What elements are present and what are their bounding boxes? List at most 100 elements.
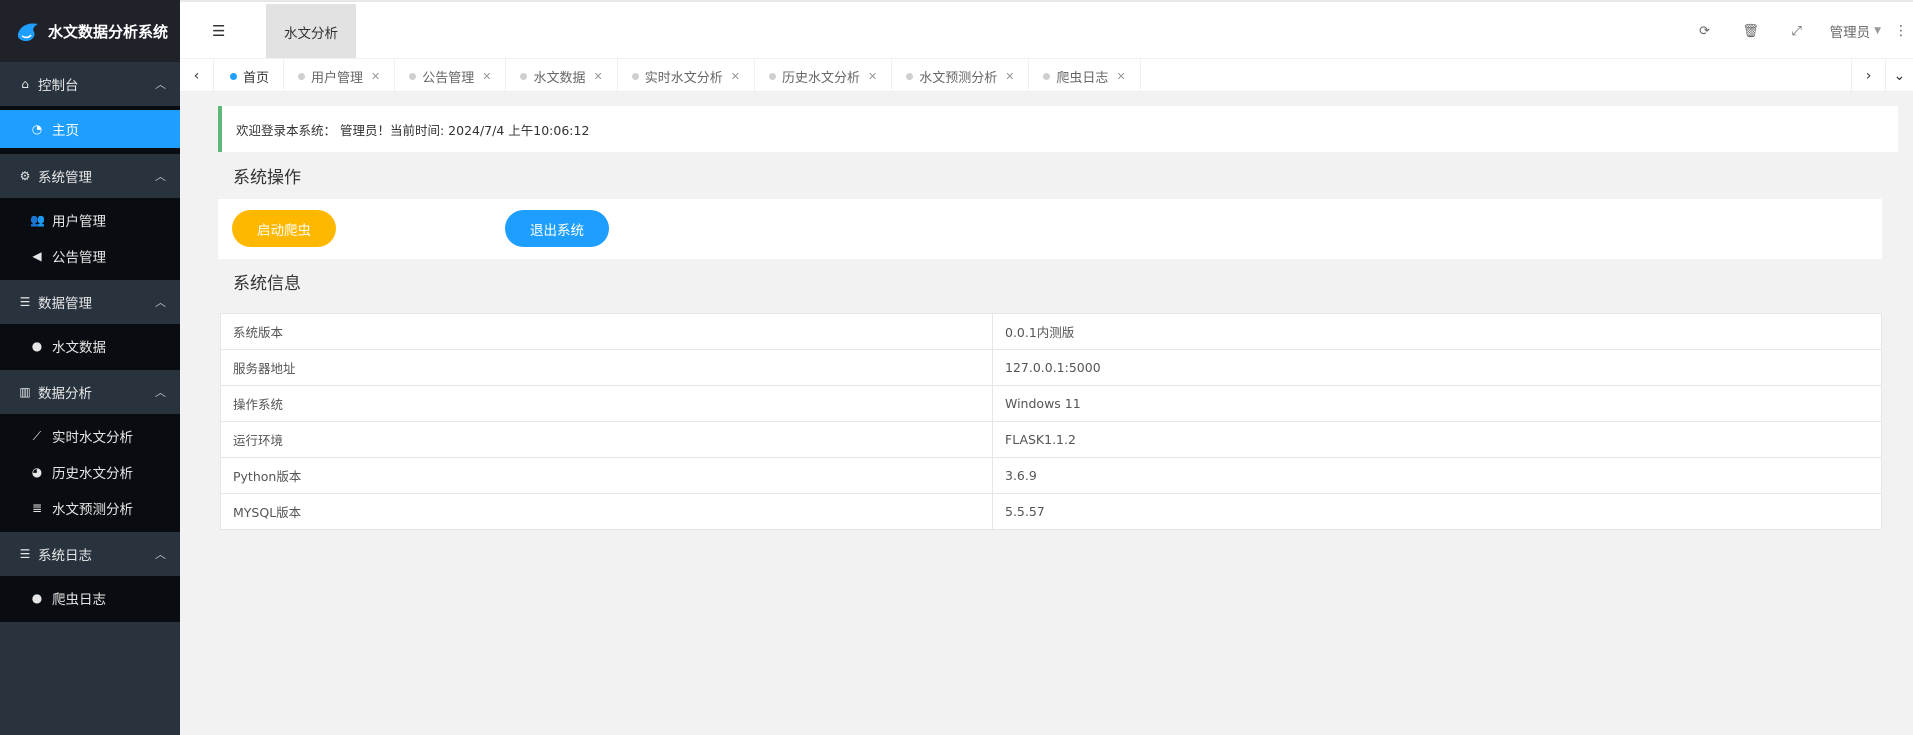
menu-group-logs: ☰ 系统日志 ︿ ● 爬虫日志 [0, 532, 180, 622]
info-key: 运行环境 [220, 421, 993, 458]
fullscreen-icon[interactable]: ⤢ [1774, 24, 1820, 39]
info-value: 127.0.0.1:5000 [992, 349, 1882, 386]
tabs-dropdown-button[interactable]: ⌄ [1885, 59, 1913, 93]
tab-dot [768, 72, 776, 80]
start-crawler-button[interactable]: 启动爬虫 [232, 210, 336, 247]
operations-title: 系统操作 [233, 168, 301, 188]
menu-head-system[interactable]: ⚙ 系统管理 ︿ [0, 154, 180, 198]
menu-group-console: ⌂ 控制台 ︿ ◔ 主页 [0, 62, 180, 154]
sidebar-item-label: 实时水文分析 [52, 430, 133, 446]
brand: 水文数据分析系统 [0, 0, 180, 62]
chevron-up-icon: ︿ [155, 548, 166, 561]
submenu-analysis: ⟋ 实时水文分析 ◕ 历史水文分析 ≣ 水文预测分析 [0, 414, 180, 532]
info-value: FLASK1.1.2 [992, 421, 1882, 458]
tab-home[interactable]: 首页 [216, 59, 285, 93]
tab-dot [298, 72, 306, 80]
sidebar-item-forecast[interactable]: ≣ 水文预测分析 [0, 490, 180, 526]
tab-dot [906, 72, 914, 80]
tab-label: 爬虫日志 [1056, 70, 1109, 86]
bar-chart-icon: ▥ [19, 385, 31, 399]
globe-icon: ● [31, 591, 43, 605]
list-icon: ☰ [19, 295, 31, 309]
tab-forecast[interactable]: 水文预测分析 ✕ [892, 59, 1030, 93]
menu-group-data: ☰ 数据管理 ︿ ● 水文数据 [0, 280, 180, 370]
sidebar-item-label: 水文预测分析 [52, 502, 133, 518]
sidebar-item-realtime[interactable]: ⟋ 实时水文分析 [0, 418, 180, 454]
table-row: 运行环境 FLASK1.1.2 [220, 421, 1882, 458]
tab-history[interactable]: 历史水文分析 ✕ [755, 59, 893, 93]
sidebar-item-label: 历史水文分析 [52, 466, 133, 482]
home-icon: ⌂ [21, 77, 29, 91]
sidebar-item-users[interactable]: 👥 用户管理 [0, 202, 180, 238]
globe-icon: ● [31, 339, 43, 353]
sidebar-item-history[interactable]: ◕ 历史水文分析 [0, 454, 180, 490]
tab-dot [520, 72, 528, 80]
app-title: 水文数据分析系统 [48, 22, 169, 41]
user-menu[interactable]: 管理员 ▼ [1830, 21, 1881, 41]
database-icon: ≣ [31, 501, 43, 515]
chevron-up-icon: ︿ [155, 170, 166, 183]
page-tabs: 首页 用户管理 ✕ 公告管理 ✕ 水文数据 ✕ 实时水文分析 ✕ 历史水文分析 … [216, 59, 1141, 93]
welcome-banner: 欢迎登录本系统： 管理员！当前时间: 2024/7/4 上午10:06:12 [218, 106, 1898, 152]
table-row: Python版本 3.6.9 [220, 457, 1882, 494]
menu-head-data[interactable]: ☰ 数据管理 ︿ [0, 280, 180, 324]
tab-dot [230, 72, 237, 80]
sidebar-item-label: 爬虫日志 [52, 592, 106, 608]
trash-icon[interactable]: 🗑 [1728, 24, 1774, 39]
close-icon[interactable]: ✕ [594, 70, 603, 83]
refresh-icon[interactable]: ⟳ [1682, 24, 1728, 39]
submenu-system: 👥 用户管理 ◀ 公告管理 [0, 198, 180, 280]
tab-realtime[interactable]: 实时水文分析 ✕ [618, 59, 755, 93]
menu-toggle-icon[interactable]: ☰ [212, 22, 225, 40]
sidebar-item-label: 公告管理 [52, 250, 106, 266]
table-row: 操作系统 Windows 11 [220, 385, 1882, 422]
close-icon[interactable]: ✕ [482, 70, 491, 83]
tab-hydro-data[interactable]: 水文数据 ✕ [506, 59, 618, 93]
info-value: 5.5.57 [992, 493, 1882, 530]
close-icon[interactable]: ✕ [868, 70, 877, 83]
info-key: 服务器地址 [220, 349, 993, 386]
users-icon: 👥 [30, 213, 45, 227]
tab-users[interactable]: 用户管理 ✕ [284, 59, 396, 93]
tab-dot [1043, 72, 1051, 80]
sidebar-item-label: 水文数据 [52, 340, 106, 356]
menu-group-system: ⚙ 系统管理 ︿ 👥 用户管理 ◀ 公告管理 [0, 154, 180, 280]
tabs-scroll-left-button[interactable]: ‹ [180, 59, 214, 93]
dashboard-icon: ◔ [31, 122, 43, 136]
pie-chart-icon: ◕ [31, 465, 43, 479]
operations-card: 启动爬虫 退出系统 [218, 199, 1882, 259]
menu-head-label: 控制台 [38, 78, 79, 94]
tabs-scroll-right-button[interactable]: › [1851, 59, 1885, 93]
tab-label: 实时水文分析 [644, 70, 723, 86]
top-nav-tab[interactable]: 水文分析 [266, 4, 356, 60]
chevron-up-icon: ︿ [155, 296, 166, 309]
menu-head-logs[interactable]: ☰ 系统日志 ︿ [0, 532, 180, 576]
list-icon: ☰ [19, 547, 31, 561]
info-key: 系统版本 [220, 313, 993, 350]
close-icon[interactable]: ✕ [371, 70, 380, 83]
close-icon[interactable]: ✕ [731, 70, 740, 83]
sidebar-item-home[interactable]: ◔ 主页 [0, 110, 180, 148]
caret-down-icon: ▼ [1874, 26, 1881, 36]
sidebar-item-crawler-log[interactable]: ● 爬虫日志 [0, 580, 180, 616]
tab-notices[interactable]: 公告管理 ✕ [395, 59, 507, 93]
tab-crawler-log[interactable]: 爬虫日志 ✕ [1029, 59, 1141, 93]
menu-head-console[interactable]: ⌂ 控制台 ︿ [0, 62, 180, 106]
submenu-logs: ● 爬虫日志 [0, 576, 180, 622]
top-header: ☰ 水文分析 ⟳ 🗑 ⤢ 管理员 ▼ ⋮ [180, 0, 1913, 60]
sidebar-item-notices[interactable]: ◀ 公告管理 [0, 238, 180, 274]
menu-head-label: 数据管理 [38, 296, 92, 312]
menu-head-label: 数据分析 [38, 386, 92, 402]
close-icon[interactable]: ✕ [1005, 70, 1014, 83]
close-icon[interactable]: ✕ [1116, 70, 1125, 83]
menu-head-analysis[interactable]: ▥ 数据分析 ︿ [0, 370, 180, 414]
exit-system-button[interactable]: 退出系统 [505, 210, 609, 247]
sidebar-item-label: 用户管理 [52, 214, 106, 230]
menu-head-label: 系统日志 [38, 548, 92, 564]
info-key: Python版本 [220, 457, 993, 494]
sidebar-item-hydro-data[interactable]: ● 水文数据 [0, 328, 180, 364]
table-row: 服务器地址 127.0.0.1:5000 [220, 349, 1882, 386]
info-value: Windows 11 [992, 385, 1882, 422]
more-vertical-icon[interactable]: ⋮ [1889, 23, 1913, 39]
system-info-title: 系统信息 [233, 274, 301, 294]
